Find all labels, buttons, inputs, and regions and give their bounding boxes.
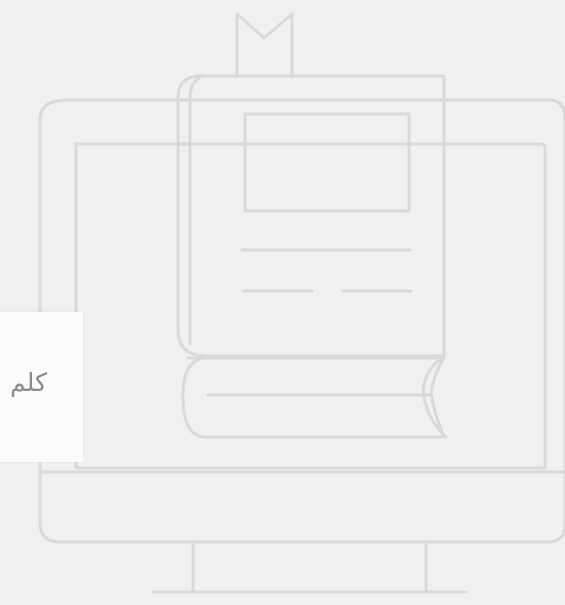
book-spine xyxy=(188,74,204,346)
partial-search-card[interactable]: كلم xyxy=(0,312,83,462)
book-cover xyxy=(176,74,446,358)
computer-book-illustration xyxy=(38,12,565,594)
monitor-screen xyxy=(74,142,547,470)
book-image-frame xyxy=(243,112,411,213)
bookmark-ribbon xyxy=(235,12,294,79)
screen: كلم xyxy=(0,0,565,605)
monitor-frame xyxy=(38,98,565,544)
search-text: كلم xyxy=(10,368,47,397)
book-pages xyxy=(181,356,446,439)
